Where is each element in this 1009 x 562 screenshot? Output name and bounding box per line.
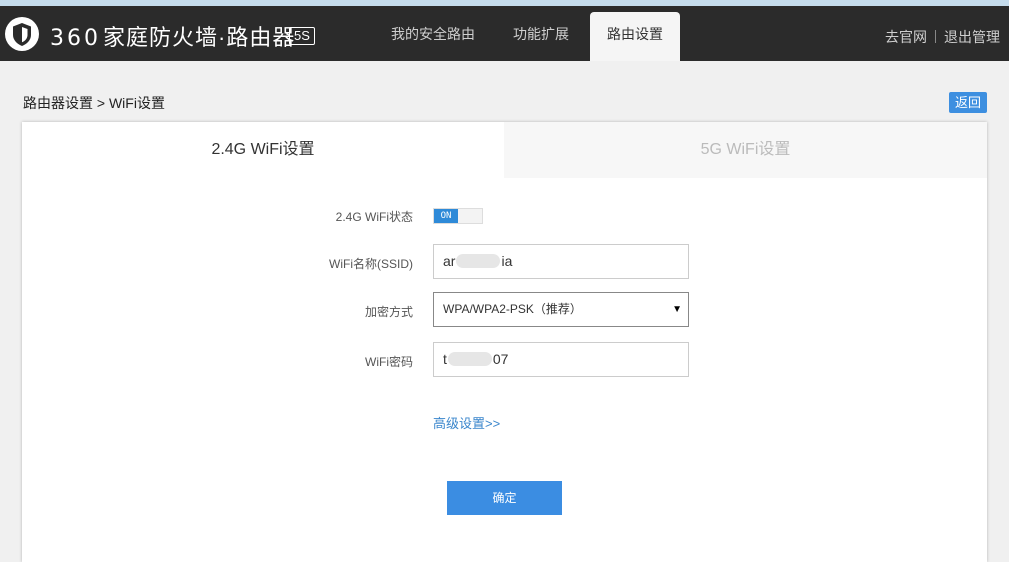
encryption-label: 加密方式: [364, 305, 413, 319]
password-value-start: t: [443, 351, 447, 367]
confirm-button[interactable]: 确定: [447, 481, 562, 515]
logout-link[interactable]: 退出管理: [944, 29, 1000, 45]
password-redaction: [447, 352, 492, 366]
link-divider: [935, 30, 936, 43]
breadcrumb: 路由器设置 > WiFi设置: [23, 95, 165, 111]
official-site-link[interactable]: 去官网: [885, 29, 927, 45]
advanced-settings-link[interactable]: 高级设置>>: [433, 413, 500, 432]
brand-title: 360家庭防火墙·路由器: [50, 20, 295, 52]
dropdown-caret-icon: ▼: [672, 304, 682, 315]
brand-name: 家庭防火墙·路由器: [103, 25, 296, 50]
encryption-select[interactable]: WPA/WPA2-PSK（推荐） ▼: [433, 292, 689, 327]
tab-5g-wifi[interactable]: 5G WiFi设置: [504, 122, 987, 178]
tab-24g-wifi[interactable]: 2.4G WiFi设置: [22, 122, 504, 178]
model-badge: 5S: [289, 27, 315, 45]
nav-my-router[interactable]: 我的安全路由: [375, 12, 491, 61]
wifi-settings-card: 2.4G WiFi设置 5G WiFi设置 2.4G WiFi状态 ON WiF…: [22, 122, 987, 562]
ssid-label: WiFi名称(SSID): [329, 257, 413, 271]
password-value-end: 07: [492, 351, 509, 367]
wifi-status-toggle[interactable]: ON: [433, 208, 483, 224]
encryption-value: WPA/WPA2-PSK（推荐）: [443, 302, 582, 316]
nav-extensions[interactable]: 功能扩展: [491, 12, 591, 61]
ssid-redaction: [456, 254, 501, 268]
shield-logo-icon: [5, 17, 39, 51]
back-button[interactable]: 返回: [949, 92, 987, 113]
ssid-input[interactable]: ar ia: [433, 244, 689, 279]
nav-router-settings[interactable]: 路由设置: [590, 12, 680, 61]
wifi-status-label: 2.4G WiFi状态: [335, 210, 413, 224]
top-header: 360家庭防火墙·路由器 5S 我的安全路由 功能扩展 路由设置 去官网 退出管理: [0, 6, 1009, 61]
password-label: WiFi密码: [365, 355, 413, 369]
header-links: 去官网 退出管理: [885, 27, 1000, 47]
brand-number: 360: [50, 26, 101, 51]
toggle-on-indicator: ON: [434, 209, 458, 223]
ssid-value-start: ar: [443, 253, 456, 269]
password-input[interactable]: t 07: [433, 342, 689, 377]
ssid-value-end: ia: [501, 253, 513, 269]
